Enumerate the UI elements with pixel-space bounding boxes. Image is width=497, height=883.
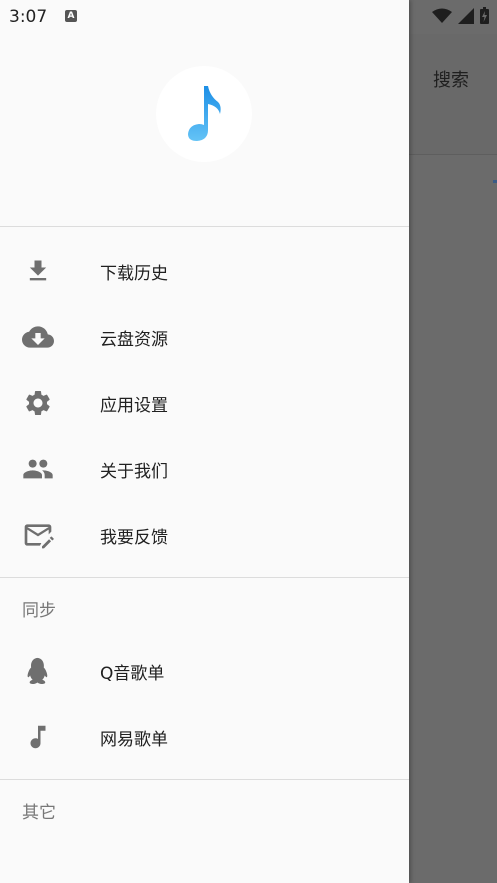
- app-logo: [156, 66, 252, 162]
- cloud-download-icon: [22, 321, 54, 353]
- download-icon: [22, 255, 54, 287]
- menu-label: 下载历史: [100, 263, 168, 284]
- tab-indicator: [493, 180, 497, 183]
- people-icon: [22, 453, 54, 485]
- menu-item-qq-playlist[interactable]: Q音歌单: [0, 638, 409, 704]
- menu-label: 我要反馈: [100, 527, 168, 548]
- wifi-icon: [432, 8, 452, 23]
- menu-label: Q音歌单: [100, 663, 165, 684]
- penguin-icon: [22, 655, 54, 687]
- section-title-other: 其它: [22, 802, 56, 823]
- navigation-drawer: 3:07 A 下载历史 云盘资源 应用设置 关于我们 我要反馈 同步 Q音歌单 …: [0, 0, 409, 883]
- menu-item-netease-playlist[interactable]: 网易歌单: [0, 704, 409, 770]
- menu-item-app-settings[interactable]: 应用设置: [0, 370, 409, 436]
- gear-icon: [22, 387, 54, 419]
- menu-item-feedback[interactable]: 我要反馈: [0, 502, 409, 568]
- menu-item-cloud-resources[interactable]: 云盘资源: [0, 304, 409, 370]
- notification-badge-icon: A: [65, 10, 77, 22]
- drawer-menu: 下载历史 云盘资源 应用设置 关于我们 我要反馈 同步 Q音歌单 网易歌单 其它: [0, 238, 409, 840]
- drawer-header: [0, 34, 409, 227]
- music-note-icon: [188, 86, 221, 141]
- status-bar: 3:07 A: [0, 0, 409, 34]
- menu-label: 关于我们: [100, 461, 168, 482]
- music-note-icon: [22, 721, 54, 753]
- signal-icon: [458, 7, 474, 24]
- status-icons: [432, 7, 489, 24]
- menu-label: 云盘资源: [100, 329, 168, 350]
- menu-item-about-us[interactable]: 关于我们: [0, 436, 409, 502]
- battery-icon: [480, 7, 489, 24]
- feedback-mail-icon: [22, 519, 54, 551]
- menu-item-download-history[interactable]: 下载历史: [0, 238, 409, 304]
- section-title-sync: 同步: [22, 600, 56, 621]
- menu-label: 网易歌单: [100, 729, 168, 750]
- status-time: 3:07: [9, 7, 48, 27]
- search-label[interactable]: 搜索: [433, 66, 469, 92]
- menu-label: 应用设置: [100, 395, 168, 416]
